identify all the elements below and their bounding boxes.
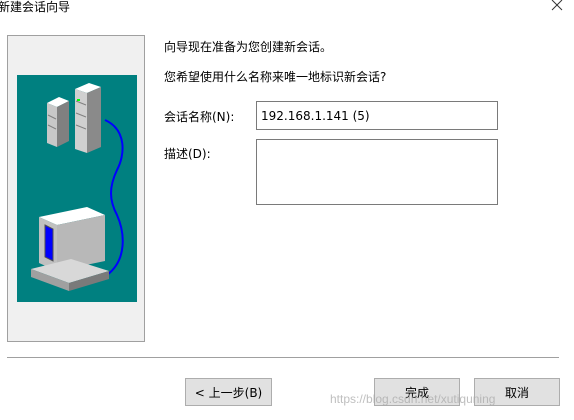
title-bar: 新建会话向导 xyxy=(0,0,574,18)
description-textarea[interactable] xyxy=(256,139,498,205)
back-button[interactable]: < 上一步(B) xyxy=(185,378,272,406)
network-servers-computer-icon xyxy=(31,83,124,291)
close-icon xyxy=(551,0,563,11)
network-illustration xyxy=(17,75,137,302)
separator-highlight xyxy=(7,358,559,359)
description-label: 描述(D): xyxy=(164,147,211,161)
wizard-question-text: 您希望使用什么名称来唯一地标识新会话? xyxy=(164,70,387,84)
wizard-illustration-panel xyxy=(7,35,145,342)
watermark-text: https://blog.csdn.net/xutiquning xyxy=(330,392,496,406)
wizard-intro-text: 向导现在准备为您创建新会话。 xyxy=(164,40,333,54)
close-button[interactable] xyxy=(548,0,566,14)
window-title: 新建会话向导 xyxy=(0,0,71,14)
session-name-label: 会话名称(N): xyxy=(164,110,235,124)
session-name-input[interactable] xyxy=(256,101,498,130)
